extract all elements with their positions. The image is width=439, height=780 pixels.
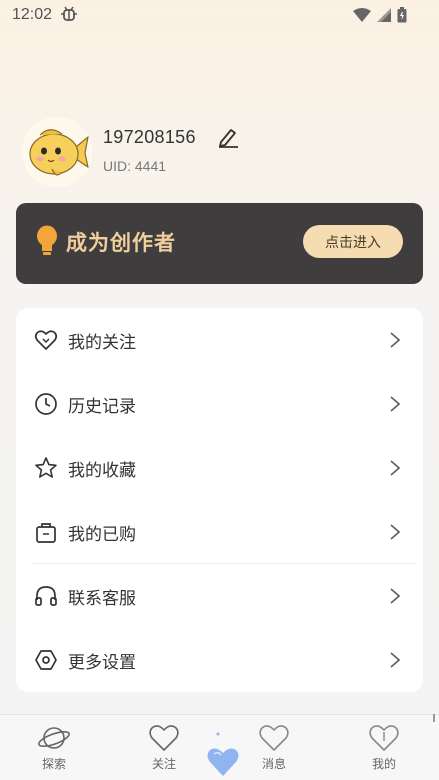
clock-icon bbox=[35, 393, 57, 415]
nav-profile[interactable]: 我的 bbox=[354, 721, 414, 777]
nav-label: 我的 bbox=[371, 757, 396, 771]
signal-icon bbox=[377, 8, 391, 22]
planet-icon bbox=[38, 727, 70, 749]
nav-explore[interactable]: 探索 bbox=[24, 721, 84, 777]
nav-following[interactable]: 关注 bbox=[134, 721, 194, 777]
scroll-indicator bbox=[433, 714, 435, 722]
menu-item-history[interactable]: 历史记录 bbox=[16, 372, 423, 436]
menu-label: 更多设置 bbox=[68, 653, 136, 673]
menu-item-favorites[interactable]: 我的收藏 bbox=[16, 436, 423, 500]
status-bar: 12:02 bbox=[0, 0, 439, 32]
menu-item-settings[interactable]: 更多设置 bbox=[16, 628, 423, 692]
profile-heart-icon bbox=[369, 725, 399, 751]
nav-label: 探索 bbox=[41, 757, 66, 771]
lightbulb-icon bbox=[37, 225, 57, 255]
creator-title: 成为创作者 bbox=[66, 231, 176, 255]
status-time: 12:02 bbox=[12, 6, 53, 23]
nav-label: 消息 bbox=[261, 757, 286, 771]
menu-item-purchased[interactable]: 我的已购 bbox=[16, 500, 423, 564]
enter-button[interactable]: 点击进入 bbox=[303, 225, 403, 258]
menu-label: 我的已购 bbox=[68, 525, 136, 545]
heart-icon bbox=[34, 330, 58, 350]
debug-icon bbox=[61, 6, 77, 21]
heart-outline-icon bbox=[149, 725, 179, 751]
chevron-right-icon bbox=[390, 460, 401, 476]
chevron-right-icon bbox=[390, 524, 401, 540]
menu-item-following[interactable]: 我的关注 bbox=[16, 308, 423, 372]
chevron-right-icon bbox=[390, 332, 401, 348]
nav-messages[interactable]: 消息 bbox=[244, 721, 304, 777]
avatar[interactable] bbox=[22, 117, 92, 187]
wifi-icon bbox=[353, 8, 371, 22]
user-id: 197208156 bbox=[103, 127, 196, 147]
message-heart-icon bbox=[259, 725, 289, 751]
chevron-right-icon bbox=[390, 396, 401, 412]
shopping-bag-icon bbox=[36, 523, 56, 543]
edit-icon[interactable] bbox=[216, 125, 240, 149]
chevron-right-icon bbox=[390, 652, 401, 668]
menu-card: 我的关注 历史记录 我的收藏 我的已购 联系客服 更多设置 bbox=[16, 308, 423, 692]
settings-hexagon-icon bbox=[35, 650, 57, 670]
chevron-right-icon bbox=[390, 588, 401, 604]
nav-label: 关注 bbox=[151, 757, 176, 771]
uid-label: UID: 4441 bbox=[103, 158, 167, 174]
battery-icon bbox=[397, 7, 407, 23]
menu-label: 联系客服 bbox=[68, 589, 136, 609]
star-icon bbox=[35, 457, 57, 478]
center-heart-icon[interactable] bbox=[200, 726, 246, 780]
fish-avatar-icon bbox=[22, 117, 92, 187]
menu-label: 我的收藏 bbox=[68, 461, 136, 481]
creator-banner[interactable]: 成为创作者 点击进入 bbox=[16, 203, 423, 284]
menu-item-customer-service[interactable]: 联系客服 bbox=[16, 564, 423, 628]
headphones-icon bbox=[35, 586, 57, 606]
menu-label: 历史记录 bbox=[68, 397, 136, 417]
menu-label: 我的关注 bbox=[68, 333, 136, 353]
